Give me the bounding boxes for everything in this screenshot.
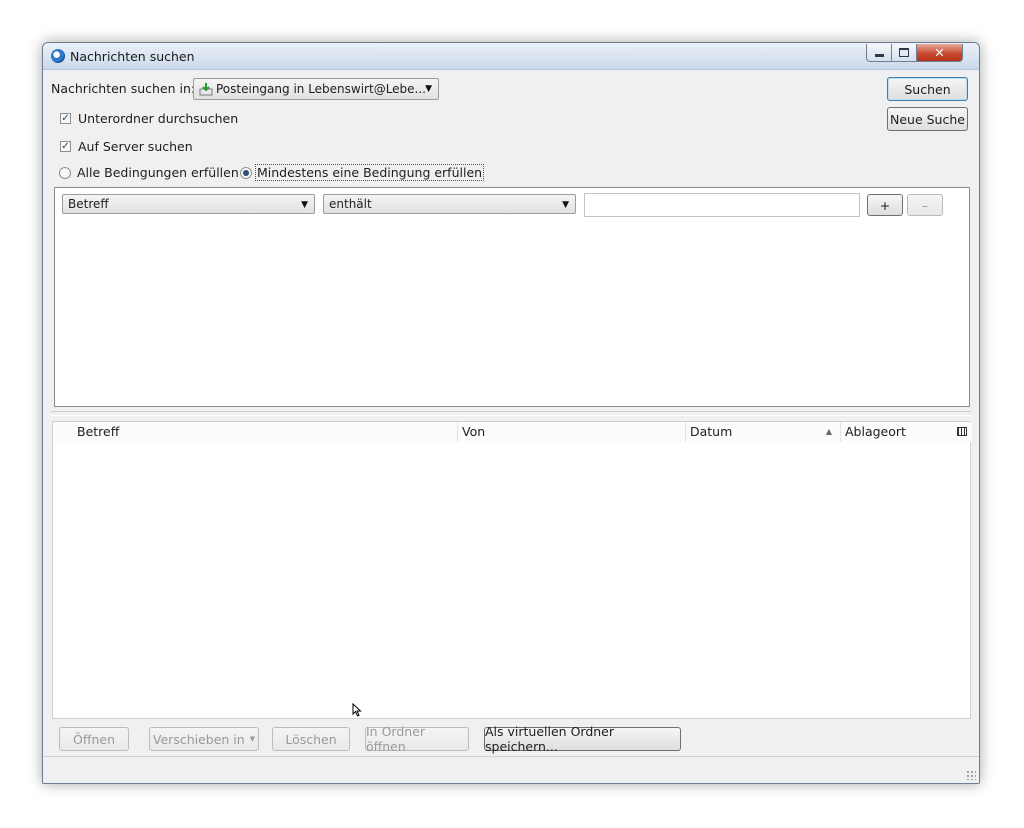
close-button[interactable]: ✕ xyxy=(916,44,963,62)
subfolders-checkbox[interactable]: ✓ xyxy=(60,113,71,124)
subfolders-label[interactable]: Unterordner durchsuchen xyxy=(78,111,238,126)
folder-select-value: Posteingang in Lebenswirt@Lebe... xyxy=(216,82,426,96)
delete-button[interactable]: Löschen xyxy=(272,727,350,751)
criteria-panel: Betreff ▼ enthält ▼ + – xyxy=(54,187,970,407)
window-title: Nachrichten suchen xyxy=(70,49,195,64)
thunderbird-app-icon xyxy=(51,49,65,63)
save-virtual-folder-button[interactable]: Als virtuellen Ordner speichern... xyxy=(484,724,681,754)
maximize-button[interactable] xyxy=(891,44,917,62)
search-button-label: Suchen xyxy=(904,81,951,97)
close-icon: ✕ xyxy=(934,45,945,60)
move-to-button[interactable]: Verschieben in ▼ xyxy=(149,727,259,751)
column-header-date[interactable]: Datum ▲ xyxy=(686,422,841,442)
open-in-folder-button-label: In Ordner öffnen xyxy=(366,724,426,754)
delete-button-label: Löschen xyxy=(285,731,337,747)
match-any-radio[interactable] xyxy=(240,167,252,179)
chevron-down-icon: ▼ xyxy=(249,735,256,743)
column-picker-icon[interactable] xyxy=(957,427,967,436)
search-in-label: Nachrichten suchen in: xyxy=(51,81,196,96)
title-bar[interactable]: Nachrichten suchen ✕ xyxy=(43,43,979,70)
folder-select[interactable]: Posteingang in Lebenswirt@Lebe... ▼ xyxy=(193,78,439,100)
minimize-icon xyxy=(874,54,884,57)
save-virtual-folder-button-label: Als virtuellen Ordner speichern... xyxy=(485,724,615,754)
match-all-label[interactable]: Alle Bedingungen erfüllen xyxy=(77,165,239,180)
match-any-label[interactable]: Mindestens eine Bedingung erfüllen xyxy=(255,164,485,181)
chevron-down-icon: ▼ xyxy=(562,200,569,210)
search-messages-window: Nachrichten suchen ✕ Nachrichten suchen … xyxy=(42,42,980,784)
splitter[interactable] xyxy=(51,411,971,416)
move-to-button-label: Verschieben in xyxy=(152,731,245,747)
server-search-label[interactable]: Auf Server suchen xyxy=(78,139,193,154)
column-header-subject-label: Betreff xyxy=(77,424,120,439)
maximize-icon xyxy=(899,48,909,57)
results-list[interactable]: Betreff Von Datum ▲ Ablageort xyxy=(52,421,972,719)
plus-icon: + xyxy=(879,197,891,213)
criteria-field-value: Betreff xyxy=(68,197,109,211)
match-all-radio[interactable] xyxy=(59,167,71,179)
status-bar xyxy=(43,756,979,783)
open-button[interactable]: Öffnen xyxy=(59,727,129,751)
chevron-down-icon: ▼ xyxy=(301,200,308,210)
column-header-location-label: Ablageort xyxy=(845,424,906,439)
column-header-from[interactable]: Von xyxy=(458,422,686,442)
chevron-down-icon: ▼ xyxy=(425,84,432,94)
minimize-button[interactable] xyxy=(866,44,892,62)
add-criterion-button[interactable]: + xyxy=(867,194,903,216)
column-header-location[interactable]: Ablageort xyxy=(841,422,972,442)
column-header-from-label: Von xyxy=(462,424,486,439)
resize-grip-icon[interactable] xyxy=(966,770,976,780)
sort-ascending-icon: ▲ xyxy=(825,427,832,436)
criteria-field-select[interactable]: Betreff ▼ xyxy=(62,194,315,214)
minus-icon: – xyxy=(921,197,929,213)
new-search-button-label: Neue Suche xyxy=(890,111,965,127)
new-search-button[interactable]: Neue Suche xyxy=(887,107,968,131)
criteria-value-input[interactable] xyxy=(584,193,860,217)
column-header-date-label: Datum xyxy=(690,424,733,439)
mouse-cursor-icon xyxy=(352,702,362,720)
column-header-subject[interactable]: Betreff xyxy=(53,422,458,442)
search-button[interactable]: Suchen xyxy=(887,77,968,101)
remove-criterion-button[interactable]: – xyxy=(907,194,943,216)
open-in-folder-button[interactable]: In Ordner öffnen xyxy=(365,724,469,754)
criteria-operator-select[interactable]: enthält ▼ xyxy=(323,194,576,214)
inbox-icon xyxy=(199,83,213,96)
server-search-checkbox[interactable]: ✓ xyxy=(60,141,71,152)
criteria-operator-value: enthält xyxy=(329,197,372,211)
open-button-label: Öffnen xyxy=(73,731,115,747)
